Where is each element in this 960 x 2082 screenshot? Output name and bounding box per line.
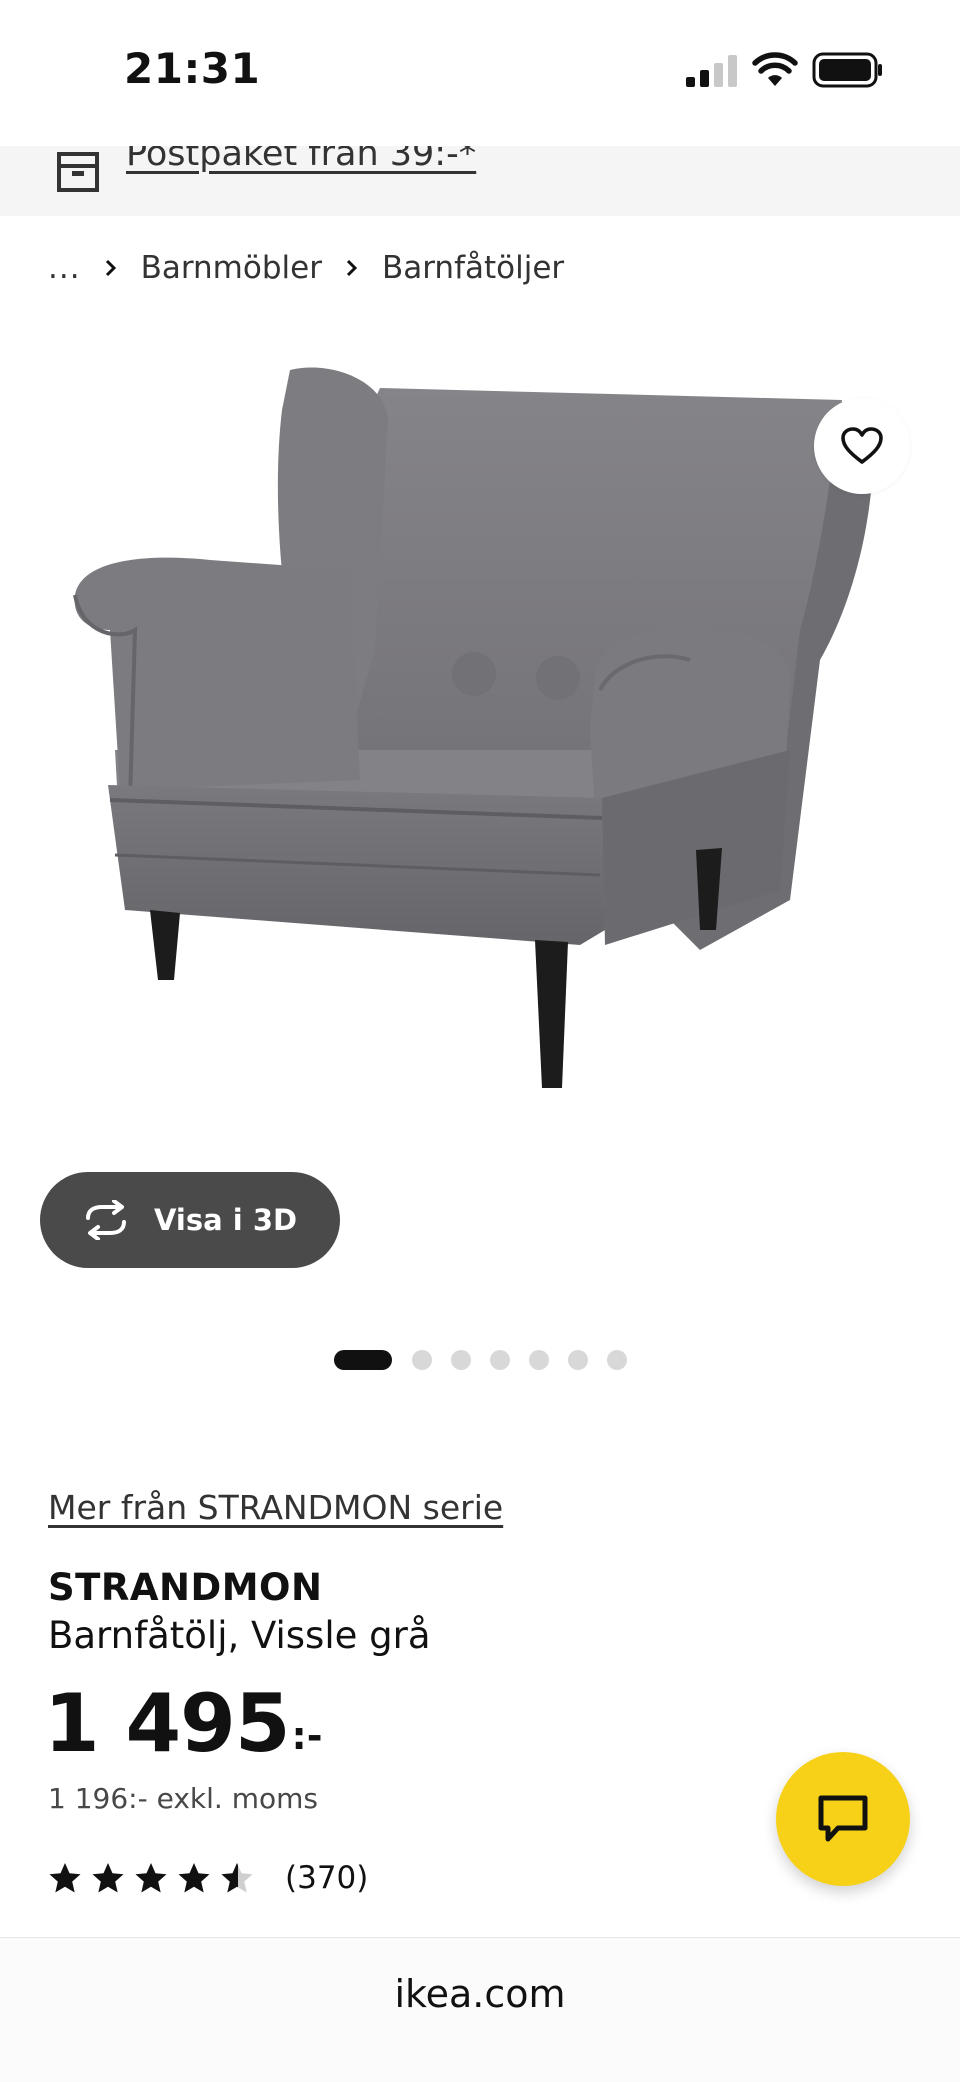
series-link[interactable]: Mer från STRANDMON serie [48,1488,503,1527]
product-description: Barnfåtölj, Vissle grå [48,1614,431,1657]
url-text[interactable]: ikea.com [0,1972,960,2016]
star-half-icon [221,1863,253,1893]
wifi-icon [752,52,798,86]
carousel-dot[interactable] [451,1350,471,1370]
rating[interactable]: (370) [48,1860,368,1896]
view-in-3d-button[interactable]: Visa i 3D [40,1172,340,1268]
heart-icon [841,427,883,464]
status-time: 21:31 [124,44,261,93]
price: 1 495 :- [44,1676,322,1772]
view-in-3d-label: Visa i 3D [154,1203,298,1237]
package-icon [57,152,99,192]
chat-icon [818,1795,868,1842]
price-excl-vat: 1 196:- exkl. moms [48,1782,318,1815]
breadcrumb: ... Barnmöbler Barnfåtöljer [48,244,564,292]
chat-button[interactable] [776,1752,910,1886]
favorite-button[interactable] [814,398,910,494]
breadcrumb-ellipsis[interactable]: ... [48,250,81,286]
star-icon [135,1863,167,1893]
promo-banner[interactable]: Postpaket från 39:-* [0,146,960,216]
promo-link[interactable]: Postpaket från 39:-* [126,146,476,174]
breadcrumb-item-barnfatoljer[interactable]: Barnfåtöljer [382,250,564,286]
rotate-3d-icon [86,1200,126,1240]
star-icon [92,1863,124,1893]
chevron-right-icon [346,259,358,277]
carousel-dot[interactable] [607,1350,627,1370]
star-icon [178,1863,210,1893]
carousel-dot[interactable] [412,1350,432,1370]
price-suffix: :- [291,1714,323,1758]
carousel-dot[interactable] [568,1350,588,1370]
cellular-signal-icon [686,55,737,87]
star-icon [49,1863,81,1893]
battery-icon [812,52,882,88]
carousel-dots [0,1348,960,1372]
status-bar: 21:31 [0,0,960,146]
carousel-dot-active[interactable] [334,1350,392,1370]
carousel-dot[interactable] [490,1350,510,1370]
carousel-dot[interactable] [529,1350,549,1370]
rating-count[interactable]: (370) [285,1860,368,1896]
product-name: STRANDMON [48,1566,323,1609]
breadcrumb-item-barnmobler[interactable]: Barnmöbler [141,250,322,286]
chevron-right-icon [105,259,116,277]
price-main: 1 495 [44,1677,291,1770]
browser-url-bar[interactable]: ikea.com [0,1937,960,2082]
